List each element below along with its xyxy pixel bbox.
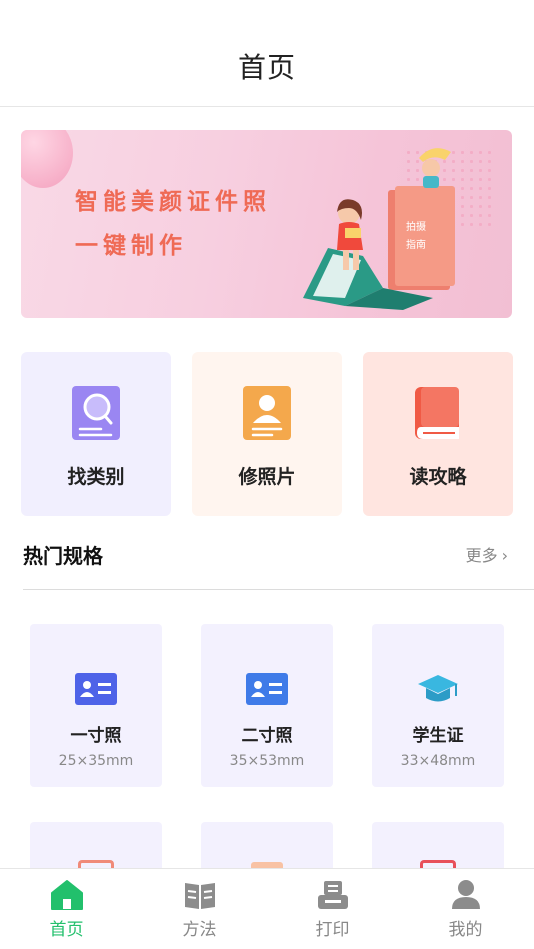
balloon-decoration — [21, 130, 73, 188]
tab-label: 我的 — [448, 920, 483, 940]
home-icon — [50, 880, 83, 910]
search-card-icon — [72, 386, 120, 440]
header: 首页 — [0, 0, 534, 107]
edit-photo-card[interactable]: 修照片 — [192, 352, 342, 516]
find-category-card[interactable]: 找类别 — [21, 352, 171, 516]
spec-size: 33×48mm — [400, 753, 476, 769]
promo-banner[interactable]: 智能美颜证件照 一键制作 拍摄 指南 — [21, 130, 512, 318]
book-icon — [415, 387, 459, 439]
divider — [23, 589, 534, 590]
spec-name: 二寸照 — [241, 726, 293, 746]
quick-cards: 找类别 修照片 读攻略 — [21, 352, 513, 516]
spec-card-one-inch[interactable]: 一寸照 25×35mm — [30, 624, 162, 787]
tab-profile[interactable]: 我的 — [399, 869, 532, 949]
section-title-hot-specs: 热门规格 — [23, 544, 103, 568]
banner-subline: 一键制作 — [75, 233, 187, 259]
book-text-1: 拍摄 — [406, 220, 426, 233]
tab-print[interactable]: 打印 — [266, 869, 399, 949]
bottom-tab-bar: 首页 方法 打印 我的 — [0, 868, 534, 949]
spec-size: 25×35mm — [58, 753, 134, 769]
book-text-2: 指南 — [406, 238, 426, 251]
page-title: 首页 — [237, 51, 296, 84]
method-icon — [184, 883, 215, 909]
banner-headline: 智能美颜证件照 — [75, 189, 271, 215]
spec-size: 35×53mm — [229, 753, 305, 769]
id-card-icon — [246, 673, 288, 705]
tab-method[interactable]: 方法 — [133, 869, 266, 949]
more-label: 更多 — [465, 546, 498, 565]
tab-label: 方法 — [182, 920, 217, 940]
tab-label: 首页 — [49, 920, 84, 940]
person-card-icon — [243, 386, 291, 440]
print-icon — [317, 881, 348, 909]
banner-illustration: 拍摄 指南 — [303, 148, 455, 310]
read-guide-card[interactable]: 读攻略 — [363, 352, 513, 516]
spec-card-two-inch[interactable]: 二寸照 35×53mm — [201, 624, 333, 787]
tab-label: 打印 — [315, 920, 350, 940]
profile-icon — [451, 880, 480, 909]
tab-home[interactable]: 首页 — [0, 869, 133, 949]
spec-name: 一寸照 — [70, 726, 122, 746]
read-guide-label: 读攻略 — [409, 466, 467, 488]
more-link[interactable]: 更多 › — [466, 542, 508, 566]
edit-photo-label: 修照片 — [238, 466, 296, 488]
spec-card-student-id[interactable]: 学生证 33×48mm — [372, 624, 504, 787]
chevron-right-icon: › — [501, 546, 508, 565]
spec-name: 学生证 — [412, 726, 464, 746]
find-category-label: 找类别 — [67, 466, 125, 488]
id-card-icon — [75, 673, 117, 705]
graduation-cap-icon — [418, 675, 458, 702]
